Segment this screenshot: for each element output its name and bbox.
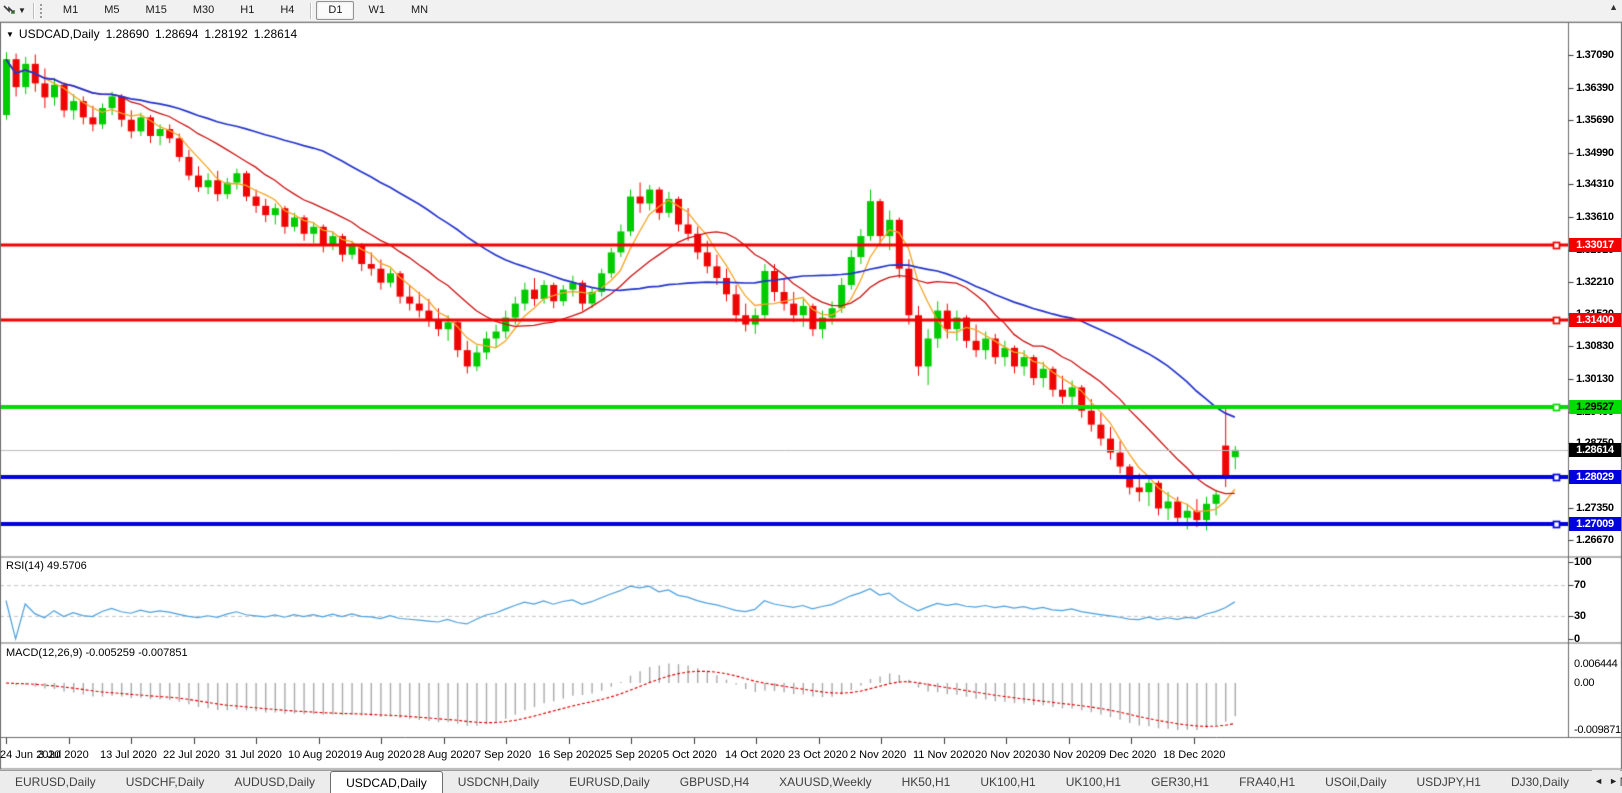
chart-tab-eurusd-daily[interactable]: EURUSD,Daily [554,771,665,793]
price-axis-tick-label: 1.34310 [1576,178,1614,191]
chart-symbol: USDCAD,Daily [18,27,100,41]
chart-tab-ger30-h1[interactable]: GER30,H1 [1136,771,1224,793]
macd-indicator-label: MACD(12,26,9) -0.005259 -0.007851 [6,647,188,659]
chart-tool-dropdown-icon[interactable]: ▼ [18,6,26,15]
timeframe-button-m15[interactable]: M15 [133,1,178,20]
price-axis-tick-label: 1.27350 [1576,502,1614,515]
price-axis-tick-label: 1.35690 [1576,114,1614,127]
chart-tab-fra40-h1[interactable]: FRA40,H1 [1224,771,1310,793]
toolbar-drag-grip[interactable] [39,3,45,18]
price-axis-tick-label: 1.34990 [1576,146,1614,159]
timeframe-button-m1[interactable]: M1 [51,1,90,20]
chart-tab-uk100-h1[interactable]: UK100,H1 [1051,771,1136,793]
chart-tool-icon[interactable] [1,3,17,19]
hline-price-label: 1.33017 [1569,237,1621,252]
date-axis-label: 19 Aug 2020 [350,749,412,761]
rsi-indicator-label: RSI(14) 49.5706 [6,560,87,572]
chart-tab-eurusd-daily[interactable]: EURUSD,Daily [0,771,111,793]
date-axis-label: 28 Aug 2020 [413,749,475,761]
tab-scroll-right-icon[interactable]: ► [1609,776,1618,786]
tab-scroll-left-icon[interactable]: ◄ [1594,776,1603,786]
date-axis-label: 30 Nov 2020 [1038,749,1101,761]
chart-title: ▼ USDCAD,Daily 1.28690 1.28694 1.28192 1… [6,27,303,41]
date-axis-label: 14 Oct 2020 [725,749,785,761]
timeframe-button-mn[interactable]: MN [399,1,440,20]
date-axis-label: 18 Dec 2020 [1163,749,1226,761]
rsi-axis-tick-label: 0 [1574,633,1580,645]
timeframe-button-w1[interactable]: W1 [356,1,397,20]
price-axis-tick-label: 1.32210 [1576,276,1614,289]
date-axis-label: 5 Oct 2020 [663,749,717,761]
toolbar-separator [32,2,35,19]
toolbar-overflow-icon[interactable]: ▲ [1609,2,1618,12]
toolbar-separator [310,2,313,19]
price-axis-tick-label: 1.37090 [1576,49,1614,61]
tab-scroll-controls: ◄ ► [1592,770,1620,792]
price-axis-tick-label: 1.30830 [1576,340,1614,353]
date-axis-label: 7 Sep 2020 [475,749,532,761]
toolbar: ▼ M1 M5 M15 M30 H1 H4 D1 W1 MN ▲ [0,0,1622,22]
macd-axis-tick-label: 0.00 [1574,677,1595,689]
rsi-axis-tick-label: 30 [1574,609,1586,622]
chart-tab-xauusd-weekly[interactable]: XAUUSD,Weekly [764,771,886,793]
timeframe-button-h4[interactable]: H4 [268,1,306,20]
price-axis-tick-label: 1.30130 [1576,373,1614,386]
date-axis-label: 16 Sep 2020 [538,749,601,761]
timeframe-button-m5[interactable]: M5 [92,1,131,20]
date-axis-label: 13 Jul 2020 [100,749,157,761]
rsi-axis-tick-label: 100 [1574,556,1592,568]
timeframe-button-h1[interactable]: H1 [228,1,266,20]
quote-high: 1.28694 [155,27,199,41]
chart-tab-bar: EURUSD,Daily USDCHF,Daily AUDUSD,Daily USDC… [0,770,1622,793]
timeframe-button-d1[interactable]: D1 [316,1,355,20]
date-axis-label: 20 Nov 2020 [975,749,1038,761]
chart-tab-usoil-daily[interactable]: USOil,Daily [1310,771,1401,793]
date-axis-label: 25 Sep 2020 [600,749,663,761]
hline-price-label: 1.29527 [1569,400,1621,415]
chart-tab-usdcnh-daily[interactable]: USDCNH,Daily [443,771,554,793]
chart-tab-gbpusd-h4[interactable]: GBPUSD,H4 [665,771,764,793]
timeframe-button-m30[interactable]: M30 [181,1,226,20]
date-axis-label: 9 Dec 2020 [1100,749,1157,761]
rsi-axis-tick-label: 70 [1574,579,1586,592]
chart-tab-audusd-daily[interactable]: AUDUSD,Daily [219,771,330,793]
chart-tab-usdjpy-h1[interactable]: USDJPY,H1 [1401,771,1495,793]
date-axis-label: 22 Jul 2020 [163,749,220,761]
date-axis-label: 2 Nov 2020 [850,749,907,761]
chart-tab-uk100-h1[interactable]: UK100,H1 [965,771,1050,793]
macd-axis-tick-label: -0.009871 [1574,724,1621,736]
main-chart-canvas[interactable] [0,0,1622,792]
price-axis-tick-label: 1.33610 [1576,211,1614,223]
timeframe-button-group: M1 M5 M15 M30 H1 H4 D1 W1 MN [50,1,441,20]
trading-terminal: { "toolbar": { "dropdown_caret": "▼", "o… [0,0,1622,793]
chart-tab-usdcad-daily[interactable]: USDCAD,Daily [330,771,443,793]
date-axis-label: 3 Jul 2020 [38,749,89,761]
date-axis-label: 11 Nov 2020 [913,749,975,761]
current-price-label: 1.28614 [1569,442,1621,457]
quote-close: 1.28614 [253,27,298,41]
hline-price-label: 1.31400 [1569,312,1621,327]
date-axis-label: 31 Jul 2020 [225,749,282,761]
chart-tab-dj30-daily[interactable]: DJ30,Daily [1496,771,1584,793]
macd-axis-tick-label: 0.006444 [1574,657,1618,670]
price-axis-tick-label: 1.36390 [1576,81,1614,94]
symbol-dropdown-icon[interactable]: ▼ [6,30,14,39]
chart-tab-hk50-h1[interactable]: HK50,H1 [887,771,966,793]
hline-price-label: 1.27009 [1569,517,1621,532]
hline-price-label: 1.28029 [1569,469,1621,484]
chart-tab-usdchf-daily[interactable]: USDCHF,Daily [111,771,220,793]
date-axis-label: 23 Oct 2020 [788,749,848,761]
quote-low: 1.28192 [204,27,248,41]
price-axis-tick-label: 1.26670 [1576,534,1614,547]
date-axis-label: 10 Aug 2020 [288,749,350,761]
quote-open: 1.28690 [105,27,149,41]
